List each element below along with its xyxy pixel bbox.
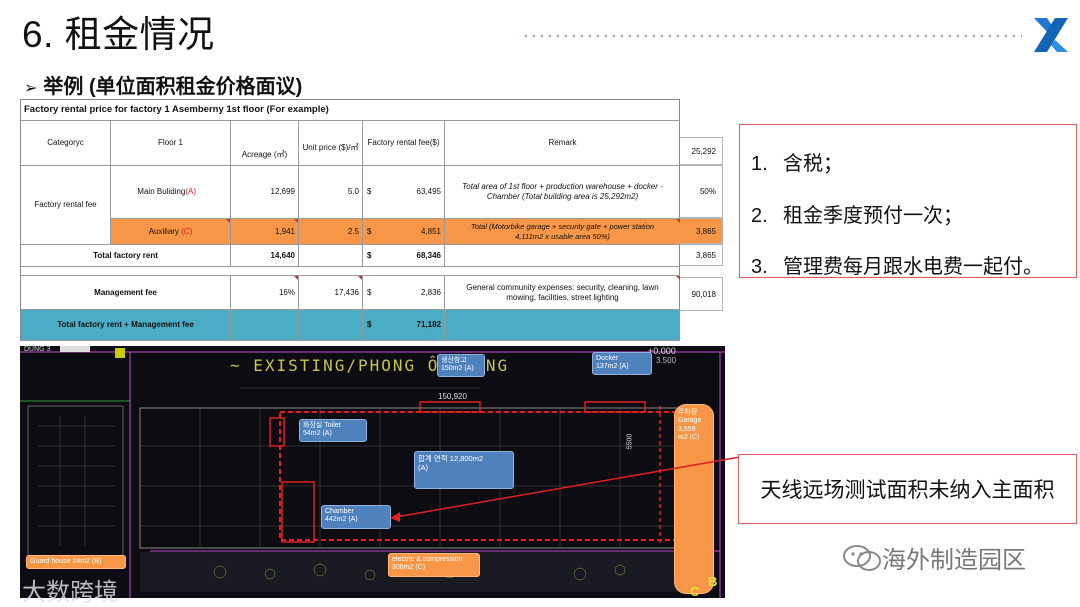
brand-logo-icon	[1034, 18, 1068, 52]
side-value-2: 50%	[680, 165, 723, 218]
header-unit-price: Unit price ($)/㎡	[299, 130, 363, 166]
total-fee-value: 68,346	[416, 250, 441, 260]
header-blank-1	[231, 121, 299, 144]
page-title: 6. 租金情况	[22, 14, 215, 55]
header-remark: Remark	[445, 121, 680, 166]
grand-total-label: Total factory rent + Management fee	[21, 310, 231, 341]
total-rent-label: Total factory rent	[21, 245, 231, 267]
map-level-2: 3.500	[656, 356, 677, 365]
label-toilet: 화장실 Toilet 54m2 (A)	[299, 419, 367, 442]
map-corner-note: DUNG 3	[24, 346, 51, 353]
note-item-1: 1. 含税；	[751, 153, 843, 175]
aux-fee-value: 4,851	[420, 226, 441, 236]
currency-symbol: $	[367, 250, 372, 260]
label-electric: electric & compression 306m2 (C)	[388, 553, 480, 577]
currency-symbol: $	[367, 187, 372, 196]
total-fee: $68,346	[363, 245, 445, 267]
grand-total-value: 71,182	[416, 320, 441, 329]
map-width-dim: 150,920	[438, 392, 467, 401]
side-value-1: 25,292	[680, 137, 723, 165]
total-acreage: 14,640	[231, 245, 299, 267]
subtitle-text: 举例 (单位面积租金价格面议)	[43, 76, 303, 98]
grand-total-fee: $71,182	[363, 310, 445, 341]
header-dotted-line	[522, 34, 1022, 38]
aux-floor-label: Auxiliary	[148, 226, 179, 236]
wechat-watermark: 海外制造园区	[842, 540, 1026, 575]
aux-acreage: 1,941	[231, 219, 299, 245]
total-remark-blank	[445, 245, 680, 267]
main-remark: Total area of 1st floor + production war…	[445, 166, 680, 219]
rental-price-table: Factory rental price for factory 1 Asemb…	[20, 99, 680, 341]
currency-symbol: $	[367, 287, 372, 297]
grand-blank-2	[299, 310, 363, 341]
mgmt-rate: 16%	[231, 276, 299, 310]
main-floor-label: Main Buliding	[137, 187, 186, 196]
aux-floor-tag: (C)	[181, 226, 193, 236]
callout-arrow	[390, 456, 741, 522]
header-acreage: Acreage (㎡)	[231, 144, 299, 166]
category-rental-fee: Factory rental fee	[21, 166, 111, 245]
note-item-3: 3. 管理费每月跟水电费一起付。	[751, 256, 1043, 278]
subtitle: ➢ 举例 (单位面积租金价格面议)	[24, 70, 302, 99]
table-title: Factory rental price for factory 1 Asemb…	[21, 100, 680, 121]
mgmt-fee: $2,836	[363, 276, 445, 310]
label-guard-house: Guard house 24m2 (B)	[26, 555, 126, 570]
wechat-icon	[843, 544, 881, 571]
marker-b: B	[708, 574, 718, 589]
aux-fee: $4,851	[363, 219, 445, 245]
main-acreage: 12,699	[231, 166, 299, 219]
main-fee-value: 63,495	[416, 187, 441, 196]
aux-remark: Total (Motorbike garage + security gate …	[445, 219, 680, 245]
main-fee: $63,495	[363, 166, 445, 219]
spacer-row	[21, 267, 680, 276]
grand-blank-1	[231, 310, 299, 341]
callout-box: 天线远场测试面积未纳入主面积	[738, 454, 1077, 524]
mgmt-label: Management fee	[21, 276, 231, 310]
header-fee: Factory rental fee($)	[363, 121, 445, 166]
side-value-4: 3,865	[680, 244, 723, 266]
wechat-watermark-text: 海外制造园区	[882, 547, 1026, 574]
bullet-arrow-icon: ➢	[24, 80, 38, 97]
currency-symbol: $	[367, 226, 372, 236]
header-floor: Floor 1	[111, 121, 231, 166]
map-level: +0.000	[648, 346, 676, 356]
brand-watermark: 大数跨境	[22, 579, 118, 606]
mgmt-base: 17,436	[299, 276, 363, 310]
grand-remark-blank	[445, 310, 680, 341]
main-unit-price: 5.0	[299, 166, 363, 219]
mgmt-remark: General community expenses: security, cl…	[445, 276, 680, 310]
row-main-floor: Main Buliding (A)	[111, 166, 231, 219]
main-floor-tag: (A)	[185, 187, 196, 196]
notes-box: 1. 含税； 2. 租金季度预付一次； 3. 管理费每月跟水电费一起付。	[739, 124, 1077, 278]
aux-unit-price: 2.5	[299, 219, 363, 245]
mgmt-fee-value: 2,836	[420, 287, 441, 297]
header-category: Categoryc	[21, 121, 111, 166]
note-item-2: 2. 租金季度预付一次；	[751, 205, 963, 227]
side-value-3: 3,865	[680, 218, 723, 244]
total-blank	[299, 245, 363, 267]
row-aux-floor: Auxiliary (C)	[111, 219, 231, 245]
map-side-dim: 5500	[626, 433, 634, 450]
label-docker: Docker 137m2 (A)	[592, 352, 652, 375]
side-value-5: 90,018	[680, 277, 723, 311]
currency-symbol: $	[367, 320, 372, 329]
label-warehouse: 생산창고 150m2 (A)	[437, 354, 485, 377]
marker-c: C	[690, 584, 700, 598]
